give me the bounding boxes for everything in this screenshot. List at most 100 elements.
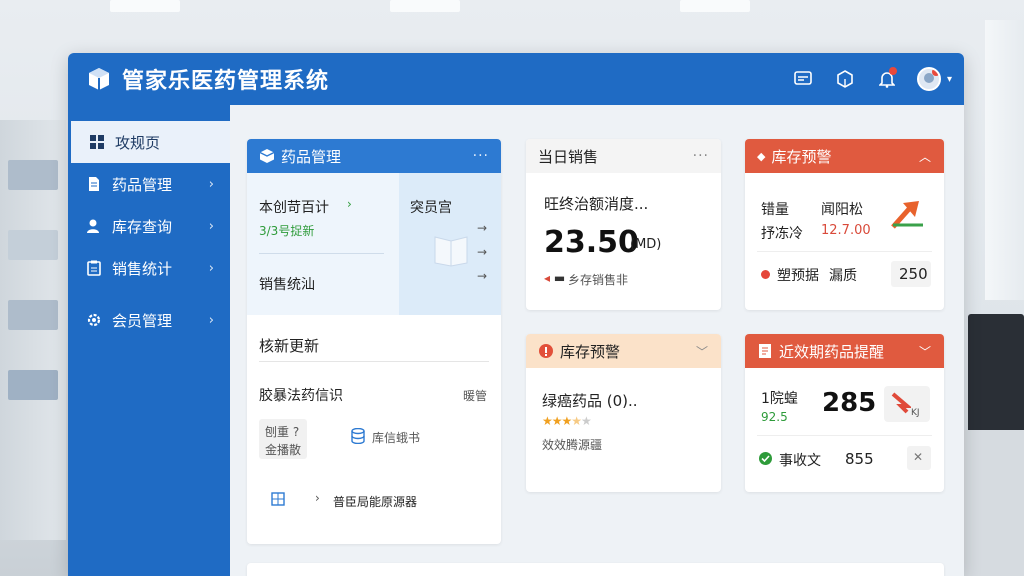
ceiling-light [390,0,460,12]
sidebar-item-sales-stats[interactable]: 销售统计 › [68,247,230,289]
logo-cube-icon [89,68,109,90]
expiry-value: 285 [822,388,877,418]
box-icon [259,149,275,163]
sidebar-item-label: 药品管理 [112,175,173,194]
open-book-icon [434,236,468,267]
sidebar-item-members[interactable]: 会员管理 › [68,299,230,341]
row-sub: 3/3号捉新 [259,224,315,238]
red-dot-icon [761,270,770,279]
more-options-icon[interactable]: ··· [693,148,709,164]
background-desk [962,430,1024,576]
sales-amount: 23.50 [544,225,639,260]
row-label: 销售统汕 [259,277,315,293]
check-circle-icon [759,452,772,465]
row-label: 本创苛百计 [259,200,329,216]
stat-value: 250 [899,265,928,283]
stat-label: 漏质 [829,268,857,284]
bottom-panel [247,563,944,576]
stat-label: 闻阳松 [821,202,863,218]
notification-badge [888,67,897,75]
alert-icon [539,344,553,358]
daily-sales-card: 当日销售 ··· 旺终治额消度... 23.50 (MD) ◂ ▬ 乡存销售非 [526,139,721,310]
user-avatar[interactable] [916,67,941,91]
ceiling-light [680,0,750,12]
user-icon [86,218,102,234]
background-monitor [968,314,1024,434]
message-icon[interactable] [791,67,815,91]
warning-line: 效效腾源疆 [542,438,603,452]
gear-icon [86,312,102,328]
document-icon [86,176,102,192]
sales-desc: 旺终治额消度... [544,195,649,213]
rating-stars: ★★★★★ [542,414,592,428]
chevron-down-icon[interactable]: ﹀ [696,343,709,360]
chevron-up-icon[interactable]: ︿ [919,148,932,165]
section-title: 核新更新 [259,337,320,355]
card-title: 药品管理 [281,147,342,166]
sidebar-item-label: 销售统计 [112,259,173,278]
card-header: ◆ 库存预警 ︿ [745,139,944,173]
card-header: 药品管理 ··· [247,139,501,173]
bell-icon[interactable] [875,67,899,91]
top-bar: 管家乐医药管理系统 ▾ [68,53,964,105]
drug-management-card: 药品管理 ··· 本创苛百计 › 3/3号捉新 销售统汕 突员宫 → → → 核… [247,139,501,544]
card-header: 当日销售 ··· [526,139,721,173]
sidebar-item-home[interactable]: 攻规页 [68,121,230,163]
arrow-right-icon[interactable]: → [477,245,487,259]
background-shelf [0,120,66,540]
document-icon [759,344,771,358]
expiry-label: 1院蝗 [761,391,798,407]
expiry-label: 事收文 [779,453,821,469]
card-title: 库存预警 [560,342,621,361]
chevron-down-icon[interactable]: ﹀ [919,343,932,360]
ceiling-light [110,0,180,12]
trend-arrow-icon [891,201,923,229]
sidebar-item-drug-management[interactable]: 药品管理 › [68,163,230,205]
diamond-icon: ◆ [757,149,766,163]
tag-label: KJ [911,408,920,418]
list-item-label: 胶暴法药信识 [259,388,343,404]
bottom-link[interactable]: 普臣局能原源器 [333,493,417,510]
stock-warning-card: ◆ 库存预警 ︿ 错量 闻阳松 抒冻冷 12.7.00 塑预据 漏质 250 [745,139,944,310]
background-window [985,20,1024,300]
chevron-down-icon[interactable]: ▾ [947,74,952,85]
grid-icon [89,134,105,150]
card-title: 近效期药品提醒 [779,342,885,361]
sidebar-item-label: 攻规页 [115,133,161,152]
card-header: 近效期药品提醒 ﹀ [745,334,944,368]
card-title: 库存预警 [771,147,832,166]
table-icon [271,492,285,506]
package-icon[interactable] [833,67,857,91]
pin-icon[interactable]: ✕ [913,450,923,464]
clipboard-icon [86,260,102,276]
chevron-right-icon: › [208,260,214,276]
card-header: 库存预警 ﹀ [526,334,721,368]
sales-unit: (MD) [630,237,662,252]
tag-line: 刨重 ? [265,425,300,439]
chevron-right-icon: › [208,218,214,234]
app-title: 管家乐医药管理系统 [122,69,330,94]
sidebar-item-label: 会员管理 [112,311,173,330]
sidebar: 攻规页 药品管理 › 库存查询 › 销售统计 › 会员管理 › [68,105,230,576]
stock-warning-card-2: 库存预警 ﹀ 绿癌药品 (0).. ★★★★★ 效效腾源疆 [526,334,721,492]
arrow-right-icon[interactable]: → [477,269,487,283]
more-options-icon[interactable]: ··· [473,148,489,164]
chevron-right-icon: › [208,312,214,328]
database-icon [351,428,365,444]
side-label: 突员宫 [410,200,452,216]
chevron-right-icon: › [208,176,214,192]
trend-icon: ◂ ▬ [544,271,566,285]
arrow-right-icon[interactable]: → [477,221,487,235]
sidebar-item-inventory[interactable]: 库存查询 › [68,205,230,247]
card-title: 当日销售 [538,147,599,166]
pin-icon [891,392,911,414]
db-label: 库信蛾书 [372,431,421,445]
list-item-action[interactable]: 暖管 [463,387,487,404]
stat-label: 塑预据 [777,268,819,284]
sidebar-item-label: 库存查询 [112,217,173,236]
stat-value: 12.7.00 [821,223,871,238]
tag-line: 金播散 [265,443,302,457]
expiry-sub: 92.5 [761,410,788,424]
sales-foot: 乡存销售非 [568,273,629,287]
expiry-reminder-card: 近效期药品提醒 ﹀ 1院蝗 92.5 285 KJ 事收文 855 ✕ [745,334,944,492]
